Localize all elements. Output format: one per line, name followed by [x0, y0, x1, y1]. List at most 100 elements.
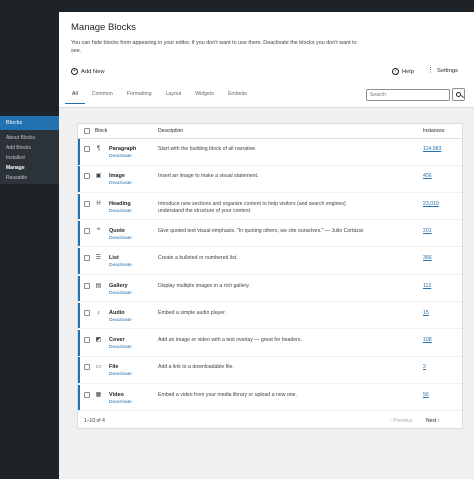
active-indicator	[78, 220, 80, 247]
admin-top-bar	[0, 0, 474, 12]
table-row: ▣ Image Deactivate Insert an image to make …	[78, 166, 462, 193]
previous-page-button[interactable]: ‹ Previous	[390, 418, 413, 424]
active-indicator	[78, 248, 80, 274]
block-name[interactable]: Image	[109, 173, 125, 179]
more-vertical-icon: ⋮	[427, 67, 434, 74]
add-new-label: Add New	[81, 68, 105, 75]
video-icon: ▦	[95, 391, 102, 398]
table-row: ◩ Cover Deactivate Add an image or video wi…	[78, 330, 462, 357]
deactivate-link[interactable]: Deactivate	[109, 181, 132, 186]
sidebar-item-blocks[interactable]: Blocks	[0, 116, 59, 130]
active-indicator	[78, 330, 80, 356]
block-name[interactable]: List	[109, 255, 119, 261]
block-name[interactable]: Cover	[109, 337, 125, 343]
active-indicator	[78, 384, 80, 411]
search-button[interactable]	[452, 88, 465, 101]
row-checkbox[interactable]	[84, 337, 90, 344]
help-label: Help	[402, 68, 414, 75]
help-button[interactable]: ? Help	[392, 68, 414, 75]
paragraph-icon: ¶	[96, 146, 101, 152]
row-checkbox[interactable]	[84, 282, 90, 289]
instances-link[interactable]: 456	[423, 173, 432, 179]
deactivate-link[interactable]: Deactivate	[109, 154, 132, 159]
instances-link[interactable]: 56	[423, 392, 429, 398]
row-checkbox[interactable]	[84, 391, 90, 398]
block-name[interactable]: Gallery	[109, 283, 128, 289]
deactivate-link[interactable]: Deactivate	[109, 263, 132, 268]
settings-button[interactable]: ⋮ Settings	[427, 67, 458, 74]
deactivate-link[interactable]: Deactivate	[109, 291, 132, 296]
file-icon: ▭	[95, 364, 102, 371]
row-checkbox[interactable]	[84, 309, 90, 316]
search-input[interactable]	[366, 89, 450, 101]
block-name[interactable]: Audio	[109, 310, 125, 316]
instances-link[interactable]: 201	[423, 228, 432, 234]
table-row: ▭ File Deactivate Add a link to a downloada…	[78, 357, 462, 384]
plus-icon: +	[71, 68, 78, 75]
block-name[interactable]: Quote	[109, 228, 125, 234]
add-new-button[interactable]: + Add New	[71, 68, 105, 75]
block-description: Embed a simple audio player.	[158, 309, 227, 316]
sidebar-item-about-blocks[interactable]: About Blocks	[0, 133, 59, 143]
table-row: ▤ Gallery Deactivate Display multiple image…	[78, 275, 462, 302]
column-header-description: Description	[158, 128, 184, 134]
help-icon: ?	[392, 68, 399, 75]
block-name[interactable]: Video	[109, 392, 124, 398]
active-indicator	[78, 139, 80, 165]
block-description: Start with the building block of all nar…	[158, 146, 257, 152]
row-checkbox[interactable]	[84, 146, 90, 152]
active-indicator	[78, 275, 80, 301]
block-description: Embed a video from your media library or…	[158, 391, 297, 398]
block-name[interactable]: Paragraph	[109, 146, 136, 152]
column-header-block: Block	[95, 128, 108, 134]
tab-all[interactable]: All	[65, 88, 85, 104]
tab-widgets[interactable]: Widgets	[188, 88, 221, 104]
instances-link[interactable]: 15	[423, 310, 429, 316]
tab-formatting[interactable]: Formatting	[120, 88, 159, 104]
deactivate-link[interactable]: Deactivate	[109, 345, 132, 350]
sidebar-item-manage[interactable]: Manage	[0, 164, 59, 174]
settings-label: Settings	[437, 68, 458, 74]
heading-icon: H	[96, 200, 101, 207]
table-row: H Heading Deactivate Introduce new sections…	[78, 193, 462, 221]
instances-link[interactable]: 114,983	[423, 146, 441, 152]
instances-link[interactable]: 23,019	[423, 201, 439, 207]
filter-tabs: All Common Formatting Layout Widgets Emb…	[65, 88, 254, 104]
deactivate-link[interactable]: Deactivate	[109, 372, 132, 377]
table-row: ♪ Audio Deactivate Embed a simple audio pla…	[78, 302, 462, 330]
row-checkbox[interactable]	[84, 227, 90, 234]
audio-icon: ♪	[97, 309, 100, 316]
block-name[interactable]: File	[109, 364, 118, 370]
instances-link[interactable]: 366	[423, 255, 432, 261]
row-checkbox[interactable]	[84, 200, 90, 207]
instances-link[interactable]: 108	[423, 337, 432, 343]
row-checkbox[interactable]	[84, 364, 90, 371]
row-checkbox[interactable]	[84, 173, 90, 180]
row-checkbox[interactable]	[84, 255, 90, 262]
deactivate-link[interactable]: Deactivate	[109, 236, 132, 241]
deactivate-link[interactable]: Deactivate	[109, 400, 132, 405]
page-title: Manage Blocks	[71, 22, 136, 33]
table-row: ▦ Video Deactivate Embed a video from your …	[78, 384, 462, 412]
table-row: ❝ Quote Deactivate Give quoted text visual …	[78, 220, 462, 248]
table-row: ¶ Paragraph Deactivate Start with the build…	[78, 139, 462, 166]
page-description: You can hide blocks from appearing in yo…	[71, 40, 357, 54]
sidebar-item-reusable[interactable]: Reusable	[0, 174, 59, 184]
instances-link[interactable]: 112	[423, 283, 431, 289]
sidebar-submenu: About Blocks Add Blocks Installed Manage…	[0, 130, 59, 184]
gallery-icon: ▤	[95, 282, 102, 289]
block-name[interactable]: Heading	[109, 201, 131, 207]
main-content: Manage Blocks You can hide blocks from a…	[59, 12, 474, 479]
deactivate-link[interactable]: Deactivate	[109, 209, 132, 214]
select-all-checkbox[interactable]	[84, 128, 90, 134]
tab-embeds[interactable]: Embeds	[221, 88, 254, 104]
block-description: Add a link to a downloadable file.	[158, 364, 234, 371]
instances-link[interactable]: 2	[423, 364, 426, 370]
sidebar-item-installed[interactable]: Installed	[0, 153, 59, 163]
cover-icon: ◩	[95, 337, 102, 344]
next-page-button[interactable]: Next ›	[426, 418, 439, 424]
deactivate-link[interactable]: Deactivate	[109, 318, 132, 323]
tab-layout[interactable]: Layout	[159, 88, 189, 104]
tab-common[interactable]: Common	[85, 88, 120, 104]
sidebar-item-add-blocks[interactable]: Add Blocks	[0, 143, 59, 153]
